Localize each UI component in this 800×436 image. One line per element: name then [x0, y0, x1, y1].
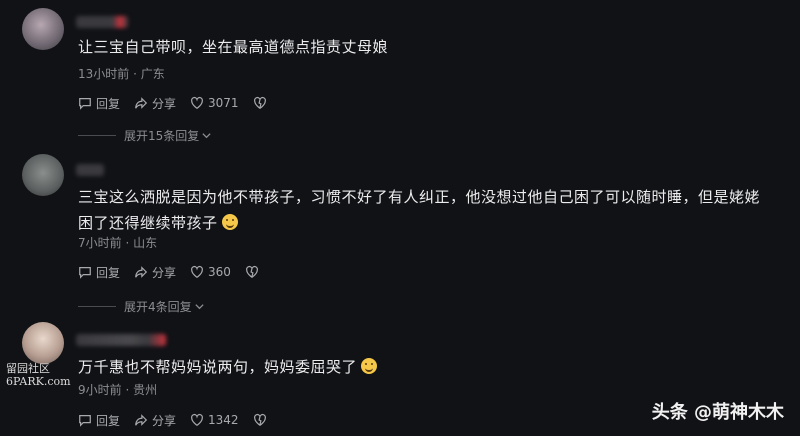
chevron-down-icon	[195, 304, 204, 310]
like-button[interactable]: 360	[190, 265, 231, 279]
avatar[interactable]	[22, 8, 64, 50]
share-button[interactable]: 分享	[134, 95, 176, 112]
comment-text: 三宝这么洒脱是因为他不带孩子，习惯不好了有人纠正，他没想过他自己困了可以随时睡，…	[78, 188, 761, 232]
username-blurred[interactable]	[76, 334, 166, 346]
reply-icon	[79, 415, 91, 427]
watermark-toutiao: 头条 @萌神木木	[651, 402, 784, 423]
grin-emoji-icon	[221, 214, 238, 230]
like-button[interactable]: 3071	[190, 96, 239, 110]
divider	[78, 135, 116, 136]
share-icon	[135, 97, 148, 109]
reply-icon	[79, 267, 91, 279]
heart-icon	[191, 265, 203, 278]
share-button[interactable]: 分享	[134, 264, 176, 281]
teary-emoji-icon	[361, 358, 378, 374]
heart-icon	[191, 413, 203, 426]
dislike-icon	[253, 96, 266, 109]
avatar[interactable]	[22, 154, 64, 196]
watermark-6park: 留园社区 6PARK.com	[6, 362, 71, 388]
comment-location: 贵州	[133, 383, 158, 397]
expand-replies[interactable]: 展开15条回复	[78, 127, 212, 144]
expand-replies[interactable]: 展开4条回复	[78, 298, 205, 315]
username-blurred[interactable]	[76, 16, 128, 28]
reply-button[interactable]: 回复	[78, 264, 120, 281]
dislike-button[interactable]	[253, 96, 271, 110]
comment-actions: 回复 分享 3071	[78, 94, 285, 112]
divider	[78, 306, 116, 307]
comment-meta: 9小时前 · 贵州	[78, 383, 158, 397]
dislike-icon	[253, 413, 266, 426]
comment-text: 万千惠也不帮妈妈说两句，妈妈委屈哭了	[78, 354, 770, 380]
dislike-icon	[245, 265, 258, 278]
comment-time: 13小时前	[78, 67, 130, 81]
share-button[interactable]: 分享	[134, 412, 176, 429]
avatar[interactable]	[22, 322, 64, 364]
comment-actions: 回复 分享 360	[78, 263, 277, 281]
comment-location: 广东	[140, 67, 165, 81]
comment-actions: 回复 分享 1342	[78, 411, 285, 429]
reply-button[interactable]: 回复	[78, 95, 120, 112]
reply-button[interactable]: 回复	[78, 412, 120, 429]
comment-location: 山东	[133, 236, 158, 250]
comment-meta: 13小时前 · 广东	[78, 67, 165, 81]
comment-time: 7小时前	[78, 236, 122, 250]
comment-meta: 7小时前 · 山东	[78, 236, 158, 250]
dislike-button[interactable]	[245, 265, 263, 279]
dislike-button[interactable]	[253, 413, 271, 427]
share-icon	[135, 266, 148, 278]
username-blurred[interactable]	[76, 164, 104, 176]
comment-time: 9小时前	[78, 383, 122, 397]
reply-icon	[79, 98, 91, 110]
like-button[interactable]: 1342	[190, 413, 239, 427]
comment-text: 让三宝自己带呗，坐在最高道德点指责丈母娘	[78, 38, 389, 56]
heart-icon	[191, 96, 203, 109]
chevron-down-icon	[202, 133, 211, 139]
share-icon	[135, 414, 148, 426]
